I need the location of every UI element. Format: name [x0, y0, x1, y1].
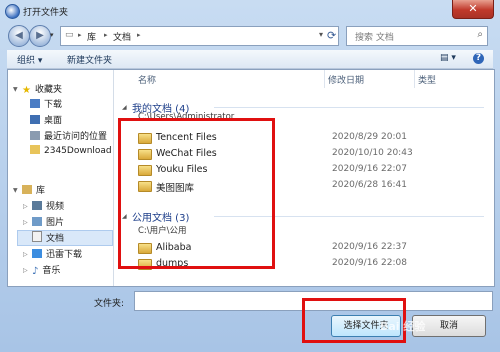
folder-field-label: 文件夹: — [94, 299, 125, 309]
document-library-icon — [32, 231, 42, 242]
forward-button[interactable]: ▶ — [29, 25, 51, 47]
refresh-icon[interactable]: ⟳ — [327, 29, 336, 42]
nav-favorites[interactable]: ★ 收藏夹 — [22, 82, 62, 96]
address-dropdown-icon[interactable]: ▾ — [319, 30, 323, 39]
nav-recent-places[interactable]: 最近访问的位置 — [30, 129, 107, 143]
breadcrumb-documents[interactable]: 文档 — [113, 30, 131, 43]
view-options-icon[interactable]: ▤ ▾ — [440, 53, 456, 63]
close-button[interactable]: ✕ — [452, 0, 494, 19]
nav-2345download[interactable]: 2345Download — [30, 145, 112, 159]
collapse-arrow-icon[interactable]: ▷ — [23, 219, 28, 226]
library-icon — [22, 185, 32, 194]
window-title: 打开文件夹 — [23, 8, 69, 18]
search-box[interactable]: 搜索 文档 ⌕ — [346, 26, 488, 46]
nav-documents[interactable]: 文档 — [17, 230, 113, 246]
music-icon: ♪ — [32, 266, 39, 277]
nav-thunder-downloads[interactable]: 迅雷下载 — [32, 247, 82, 261]
search-icon[interactable]: ⌕ — [477, 29, 483, 40]
app-icon — [5, 4, 20, 19]
desktop-icon — [30, 115, 40, 124]
command-toolbar: 组织 ▾ 新建文件夹 ▤ ▾ ? — [7, 50, 493, 69]
column-header-modified[interactable]: 修改日期 — [328, 73, 364, 86]
expand-arrow-icon[interactable]: ▼ — [13, 187, 18, 194]
folder-small-icon: ▭ — [65, 30, 74, 40]
navigation-pane: ▼ ★ 收藏夹 下载 桌面 最近访问的位置 2345Download ▼ 库 ▷ … — [8, 70, 114, 286]
chevron-right-icon: ▸ — [104, 31, 108, 39]
nav-pictures[interactable]: 图片 — [32, 215, 64, 229]
collapse-arrow-icon[interactable]: ▷ — [23, 203, 28, 210]
nav-library[interactable]: 库 — [22, 183, 45, 197]
chevron-right-icon: ▸ — [137, 31, 141, 39]
video-library-icon — [32, 201, 42, 210]
download-folder-icon — [30, 99, 40, 108]
chevron-right-icon: ▸ — [78, 31, 82, 39]
picture-library-icon — [32, 217, 42, 226]
star-icon: ★ — [22, 85, 31, 96]
new-folder-button[interactable]: 新建文件夹 — [67, 53, 112, 66]
breadcrumb-library[interactable]: 库 — [87, 30, 96, 43]
highlight-box-folders — [118, 118, 275, 269]
open-folder-dialog: 打开文件夹 ✕ ◀ ▶ ▾ ▭ ▸ 库 ▸ 文档 ▸ ▾ ⟳ 搜索 文档 ⌕ 组… — [0, 0, 500, 352]
nav-downloads[interactable]: 下载 — [30, 97, 62, 111]
watermark: Bai 经验 — [380, 320, 426, 333]
folder-icon — [30, 145, 40, 154]
nav-music[interactable]: ♪ 音乐 — [32, 263, 60, 277]
recent-pages-dropdown-icon[interactable]: ▾ — [50, 31, 54, 39]
group-collapse-icon[interactable]: ◢ — [122, 104, 127, 111]
collapse-arrow-icon[interactable]: ▷ — [23, 267, 28, 274]
column-header-type[interactable]: 类型 — [418, 73, 436, 86]
organize-menu[interactable]: 组织 ▾ — [17, 53, 42, 66]
nav-desktop[interactable]: 桌面 — [30, 113, 62, 127]
collapse-arrow-icon[interactable]: ▷ — [23, 251, 28, 258]
navigation-bar: ◀ ▶ ▾ ▭ ▸ 库 ▸ 文档 ▸ ▾ ⟳ 搜索 文档 ⌕ — [0, 22, 500, 48]
address-bar[interactable]: ▭ ▸ 库 ▸ 文档 ▸ ▾ — [60, 26, 339, 46]
recent-places-icon — [30, 131, 40, 140]
nav-videos[interactable]: 视频 — [32, 199, 64, 213]
expand-arrow-icon[interactable]: ▼ — [13, 86, 18, 93]
back-button[interactable]: ◀ — [8, 25, 30, 47]
thunder-icon — [32, 249, 42, 258]
title-bar: 打开文件夹 ✕ — [0, 0, 500, 22]
help-icon[interactable]: ? — [473, 53, 484, 64]
column-header-name[interactable]: 名称 — [138, 73, 156, 86]
search-input[interactable]: 搜索 文档 — [355, 30, 394, 43]
